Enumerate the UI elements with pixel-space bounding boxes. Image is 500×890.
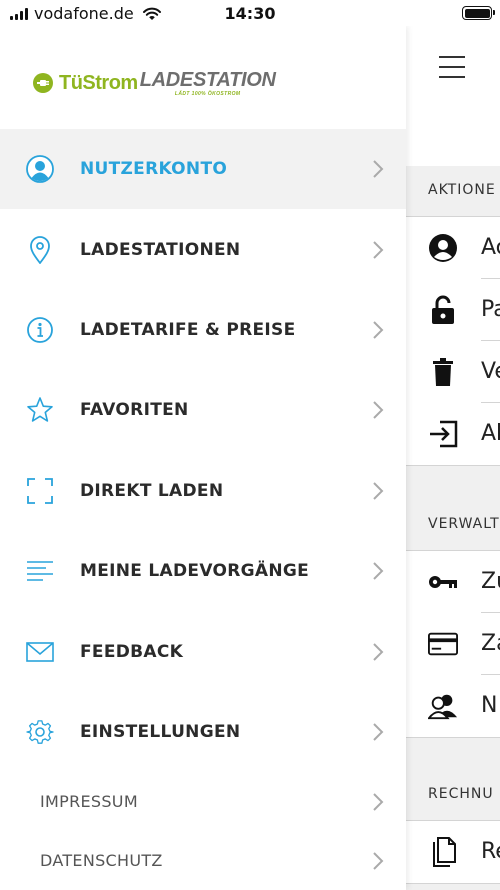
logout-icon [428, 419, 458, 449]
row-text: Ab [481, 421, 500, 446]
background-page: AKTIONE Ac Pa Ve Ab [406, 26, 500, 890]
menu-item-label: NUTZERKONTO [80, 159, 228, 180]
drawer-menu: NUTZERKONTO LADESTATIONEN LADETARIFE & P… [0, 129, 406, 890]
scan-frame-icon [26, 477, 54, 505]
row-text: Zu [481, 569, 500, 594]
menu-item-datenschutz[interactable]: DATENSCHUTZ [0, 831, 406, 890]
key-icon [428, 567, 458, 597]
menu-item-label: DIREKT LADEN [80, 480, 224, 501]
credit-card-icon [428, 629, 458, 659]
menu-item-einstellungen[interactable]: EINSTELLUNGEN [0, 692, 406, 772]
chevron-right-icon [373, 482, 384, 500]
star-icon [26, 396, 54, 424]
section-title-verwaltung: VERWALT [428, 516, 500, 532]
menu-item-feedback[interactable]: FEEDBACK [0, 611, 406, 691]
row-text: Pa [481, 297, 500, 322]
menu-item-label: LADESTATIONEN [80, 239, 241, 260]
chevron-right-icon [373, 851, 384, 870]
chevron-right-icon [373, 642, 384, 661]
battery-icon [462, 6, 495, 20]
users-icon [428, 691, 458, 721]
menu-item-impressum[interactable]: IMPRESSUM [0, 772, 406, 831]
trash-icon [428, 357, 458, 387]
sub-item-label: IMPRESSUM [40, 792, 138, 812]
row-account[interactable]: Ac [406, 217, 500, 279]
logo-tagline: LÄDT 100% ÖKOSTROM [174, 90, 241, 97]
row-text: N [481, 693, 498, 718]
row-text: Za [481, 631, 500, 656]
brand-logo: TüStrom LADESTATION LÄDT 100% ÖKOSTROM [33, 68, 276, 98]
row-payment[interactable]: Za [406, 613, 500, 675]
menu-item-ladevorgaenge[interactable]: MEINE LADEVORGÄNGE [0, 531, 406, 611]
row-text: Ve [481, 359, 500, 384]
gear-icon [26, 718, 54, 746]
row-logout[interactable]: Ab [406, 403, 500, 465]
lock-icon [428, 295, 458, 325]
chevron-right-icon [373, 321, 384, 339]
section-title-rechnungen: RECHNU [428, 786, 494, 802]
chevron-right-icon [373, 792, 384, 811]
row-text: Ac [481, 235, 500, 260]
section-group-verwaltung: Zu Za N [406, 550, 500, 738]
chevron-right-icon [373, 562, 384, 580]
menu-item-nutzerkonto[interactable]: NUTZERKONTO [0, 129, 406, 210]
logo-brand-left: TüStrom [59, 71, 138, 94]
clock: 14:30 [224, 4, 276, 23]
background-header [406, 26, 500, 166]
chevron-right-icon [373, 240, 384, 259]
row-access[interactable]: Zu [406, 551, 500, 613]
document-icon [428, 837, 458, 867]
hamburger-menu-icon[interactable] [439, 56, 465, 78]
envelope-icon [26, 638, 54, 666]
sub-item-label: DATENSCHUTZ [40, 851, 163, 871]
info-icon [26, 316, 54, 344]
account-icon [428, 233, 458, 263]
menu-item-direkt-laden[interactable]: DIREKT LADEN [0, 451, 406, 531]
menu-item-label: FEEDBACK [80, 641, 184, 662]
chevron-right-icon [373, 160, 384, 178]
status-bar: vodafone.de 14:30 [0, 0, 500, 26]
menu-item-label: FAVORITEN [80, 400, 189, 421]
row-users[interactable]: N [406, 675, 500, 737]
user-icon [26, 155, 54, 184]
menu-item-label: MEINE LADEVORGÄNGE [80, 561, 310, 582]
menu-item-favoriten[interactable]: FAVORITEN [0, 370, 406, 450]
section-group-rechnungen: Re [406, 820, 500, 884]
menu-item-ladestationen[interactable]: LADESTATIONEN [0, 209, 406, 289]
location-pin-icon [26, 235, 54, 264]
row-invoices[interactable]: Re [406, 821, 500, 883]
menu-item-label: LADETARIFE & PREISE [80, 319, 296, 340]
logo-brand-right: LADESTATION [139, 68, 276, 91]
row-password[interactable]: Pa [406, 279, 500, 341]
plug-logo-icon [33, 73, 53, 93]
menu-item-label: EINSTELLUNGEN [80, 721, 241, 742]
navigation-drawer: TüStrom LADESTATION LÄDT 100% ÖKOSTROM N… [0, 26, 406, 890]
section-group-aktionen: Ac Pa Ve Ab [406, 216, 500, 466]
menu-item-ladetarife[interactable]: LADETARIFE & PREISE [0, 290, 406, 370]
row-text: Re [481, 839, 500, 864]
chevron-right-icon [373, 723, 384, 741]
row-delete[interactable]: Ve [406, 341, 500, 403]
list-icon [26, 557, 54, 585]
chevron-right-icon [373, 401, 384, 420]
section-title-aktionen: AKTIONE [428, 182, 496, 198]
